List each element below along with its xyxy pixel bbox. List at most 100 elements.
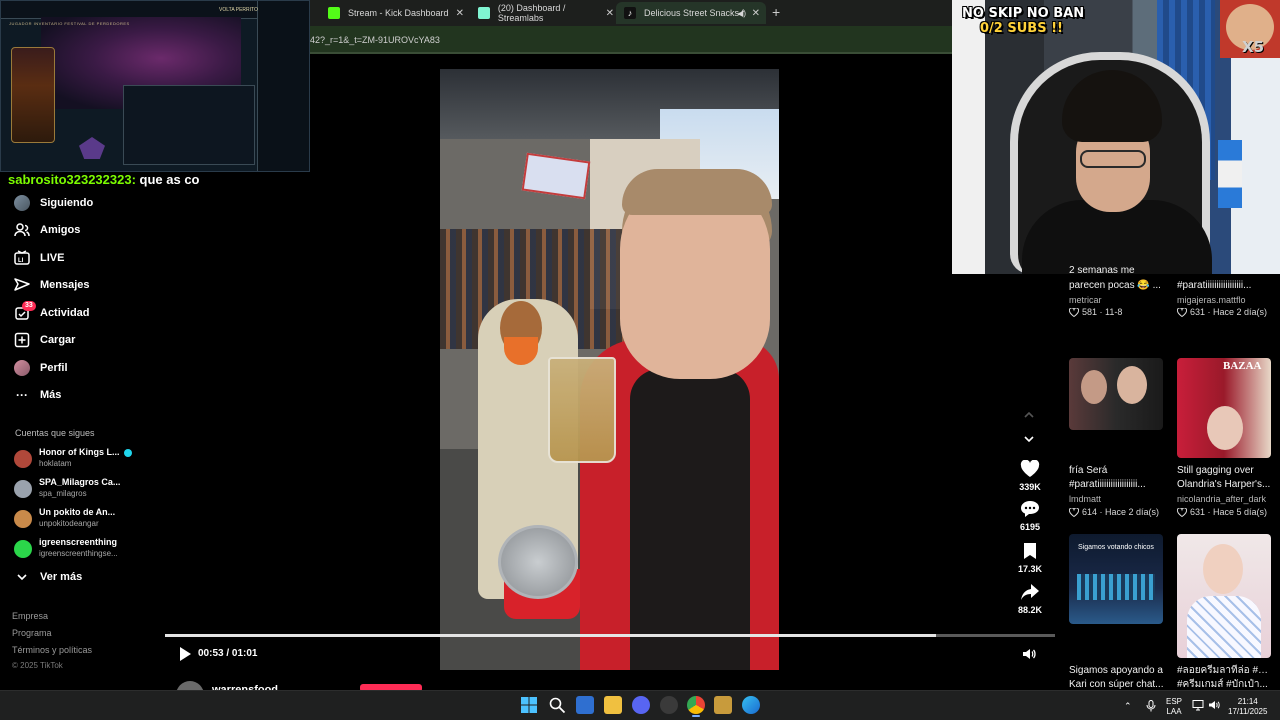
feed-author: lmdmatt xyxy=(1069,494,1102,504)
avatar xyxy=(14,360,30,376)
heart-outline-icon xyxy=(1177,507,1187,517)
feed-date: Hace 2 día(s) xyxy=(1213,307,1268,317)
sidebar-item-following[interactable]: Siguiendo xyxy=(14,192,93,214)
feed-likes: 631 xyxy=(1190,507,1206,517)
clock-time: 21:14 xyxy=(1237,697,1258,706)
language-indicator[interactable]: ESP LAA xyxy=(1166,697,1182,717)
heart-outline-icon xyxy=(1177,307,1187,317)
video-scene-lid xyxy=(498,525,578,599)
microphone-icon[interactable] xyxy=(1146,700,1156,715)
feed-author: metricar xyxy=(1069,295,1102,305)
avatar xyxy=(14,480,32,498)
footer-link-program[interactable]: Programa xyxy=(12,628,52,638)
progress-fill xyxy=(165,634,936,637)
progress-bar[interactable] xyxy=(165,634,1055,637)
browser-tab-bar: Stream - Kick Dashboard ✕ (20) Dashboard… xyxy=(310,0,952,26)
sidebar-item-friends[interactable]: Amigos xyxy=(14,219,80,241)
widgets-icon[interactable] xyxy=(576,696,594,714)
account-name: Honor of Kings L... xyxy=(39,447,132,457)
feed-card[interactable]: #paratiiiiiiiiiiiiiiiii... migajeras.mat… xyxy=(1177,264,1273,324)
tiktok-icon: ♪ xyxy=(624,7,636,19)
volume-button[interactable] xyxy=(1021,646,1037,662)
address-bar[interactable]: 42?_r=1&_t=ZM-91UROVcYA83 xyxy=(310,26,952,52)
edge-icon[interactable] xyxy=(742,696,760,714)
sidebar-item-profile[interactable]: Perfil xyxy=(14,357,68,379)
next-video-button[interactable] xyxy=(1022,432,1036,446)
search-icon[interactable] xyxy=(548,696,566,714)
new-tab-button[interactable]: + xyxy=(772,4,780,20)
chat-text: que as co xyxy=(135,172,200,187)
share-button[interactable]: 88.2K xyxy=(1010,583,1050,615)
feed-title-line2: Kari con súper chat... xyxy=(1069,679,1164,690)
feed-title: #paratiiiiiiiiiiiiiiiii... xyxy=(1177,280,1252,291)
feed-author: nicolandria_after_dark xyxy=(1177,494,1267,504)
friends-icon xyxy=(14,222,30,238)
feed-thumbnail-text: Sigamos votando chicos xyxy=(1078,544,1154,551)
feed-card[interactable]: #ลอยครีมลาทีล่อ #bbg #ครีมเกมส์ #บักเป๋า… xyxy=(1177,534,1273,690)
close-icon[interactable]: ✕ xyxy=(752,8,760,19)
comment-count: 6195 xyxy=(1019,522,1041,532)
feed-date: Hace 5 día(s) xyxy=(1213,507,1268,517)
chat-message: sabrosito323232323: que as co xyxy=(8,172,200,187)
chrome-icon[interactable] xyxy=(687,696,705,714)
sidebar-item-upload[interactable]: Cargar xyxy=(14,329,75,351)
following-account[interactable]: SPA_Milagros Ca... spa_milagros xyxy=(14,476,164,504)
tab-kick-dashboard[interactable]: Stream - Kick Dashboard ✕ xyxy=(320,2,470,24)
speaker-icon[interactable] xyxy=(1208,699,1220,714)
see-more-button[interactable]: Ver más xyxy=(14,566,82,588)
tab-tiktok-video[interactable]: ♪ Delicious Street Snacks for ◀) ✕ xyxy=(616,2,766,24)
footer-link-company[interactable]: Empresa xyxy=(12,611,48,621)
feed-thumbnail xyxy=(1069,358,1163,430)
webcam-streamer-glasses xyxy=(1080,150,1146,168)
feed-title: 2 semanas me xyxy=(1069,265,1135,276)
avatar xyxy=(14,510,32,528)
tab-streamlabs[interactable]: (20) Dashboard / Streamlabs ✕ xyxy=(470,2,620,24)
sidebar-item-label: Perfil xyxy=(40,362,68,374)
following-account[interactable]: Un pokito de An... unpokitodeangar xyxy=(14,506,164,534)
previous-video-button[interactable] xyxy=(1022,408,1036,422)
feed-likes: 614 xyxy=(1082,507,1098,517)
comment-button[interactable]: 6195 xyxy=(1010,500,1050,532)
file-explorer-icon[interactable] xyxy=(604,696,622,714)
close-icon[interactable]: ✕ xyxy=(606,8,614,19)
address-divider xyxy=(310,52,952,54)
feed-card[interactable]: Sigamos votando chicos Sigamos apoyando … xyxy=(1069,534,1165,690)
discord-icon[interactable] xyxy=(632,696,650,714)
like-button[interactable]: 339K xyxy=(1010,460,1050,492)
tab-label: Stream - Kick Dashboard xyxy=(348,8,449,18)
account-name: Un pokito de An... xyxy=(39,507,116,517)
footer-link-terms[interactable]: Términos y políticas xyxy=(12,645,92,655)
sidebar-item-messages[interactable]: Mensajes xyxy=(14,274,90,296)
following-account[interactable]: Honor of Kings L... hoklatam xyxy=(14,446,164,474)
bookmark-count: 17.3K xyxy=(1017,564,1043,574)
monitor-icon[interactable] xyxy=(1192,699,1204,714)
tray-chevron-icon[interactable]: ⌃ xyxy=(1124,701,1132,711)
play-button[interactable] xyxy=(178,646,192,662)
close-icon[interactable]: ✕ xyxy=(456,8,464,19)
like-count: 339K xyxy=(1019,482,1041,492)
bookmark-button[interactable]: 17.3K xyxy=(1010,542,1050,574)
feed-meta: 614 · Hace 2 día(s) xyxy=(1069,507,1159,517)
kick-icon xyxy=(328,7,340,19)
sidebar-item-activity[interactable]: 33 Actividad xyxy=(14,301,90,324)
feed-card[interactable]: 2 semanas me parecen pocas 😂 ... metrica… xyxy=(1069,264,1165,324)
sidebar-item-label: Más xyxy=(40,389,62,401)
sidebar-item-more[interactable]: ··· Más xyxy=(14,384,61,406)
feed-title: fría Será xyxy=(1069,465,1108,476)
league-client-icon[interactable] xyxy=(714,696,732,714)
windows-start-icon[interactable] xyxy=(520,696,538,714)
tab-label: (20) Dashboard / Streamlabs xyxy=(497,3,566,23)
sidebar-item-live[interactable]: LI LIVE xyxy=(14,247,64,269)
feed-thumbnail: Sigamos votando chicos xyxy=(1069,534,1163,624)
feed-card[interactable]: BAZAA Still gagging over Olandria's Harp… xyxy=(1177,358,1273,520)
streamlabs-icon xyxy=(478,7,490,19)
video-player[interactable] xyxy=(440,69,779,670)
upload-icon xyxy=(14,332,30,348)
address-text: 42?_r=1&_t=ZM-91UROVcYA83 xyxy=(310,35,440,45)
clock[interactable]: 21:14 17/11/2025 xyxy=(1228,697,1267,717)
verified-icon xyxy=(123,448,132,457)
obs-icon[interactable] xyxy=(660,696,678,714)
feed-card[interactable]: fría Será #paratiiiiiiiiiiiiiiiiii... lm… xyxy=(1069,358,1165,520)
following-account[interactable]: igreenscreenthing igreenscreenthingse... xyxy=(14,536,164,564)
share-count: 88.2K xyxy=(1017,605,1043,615)
